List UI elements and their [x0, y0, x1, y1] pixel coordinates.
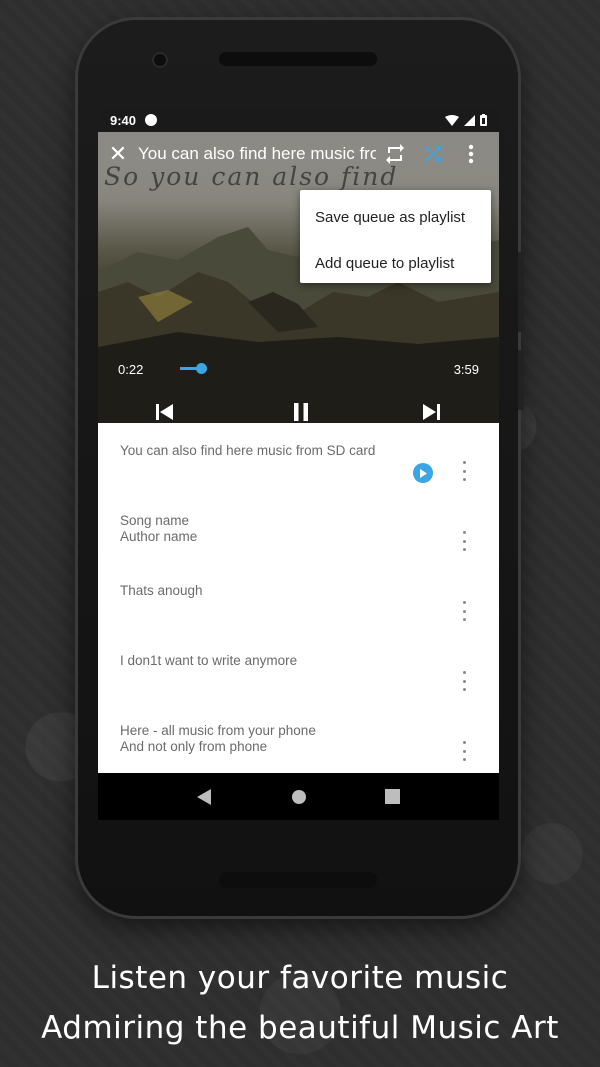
total-time: 3:59: [453, 362, 479, 377]
power-button: [518, 252, 524, 332]
screen: 9:40 So you can also find ✕ You can also…: [98, 108, 499, 820]
list-item[interactable]: Song name Author name: [98, 493, 499, 563]
list-item-title: Song name: [120, 513, 190, 528]
phone-frame: 9:40 So you can also find ✕ You can also…: [78, 20, 524, 916]
player-toolbar: ✕ You can also find here music from SD c…: [98, 132, 499, 176]
close-icon[interactable]: ✕: [98, 141, 138, 167]
earpiece-speaker: [219, 52, 377, 66]
menu-item-save-queue[interactable]: Save queue as playlist: [300, 194, 491, 240]
recents-icon[interactable]: [385, 789, 400, 804]
list-item[interactable]: Thats anough: [98, 563, 499, 633]
list-item[interactable]: I don1t want to write anymore: [98, 633, 499, 703]
list-item-title: I don1t want to write anymore: [120, 653, 298, 668]
list-item-subtitle: And not only from phone: [120, 739, 268, 754]
list-item-title: You can also find here music from SD car…: [120, 443, 376, 458]
status-bar: 9:40: [98, 108, 499, 132]
track-title: You can also find here music from SD car…: [138, 144, 376, 163]
notification-dot-icon: [145, 114, 158, 126]
status-time: 9:40: [110, 112, 137, 128]
item-more-icon[interactable]: [459, 461, 469, 481]
list-item-title: Here - all music from your phone: [120, 723, 316, 738]
item-more-icon[interactable]: [459, 741, 469, 761]
list-item[interactable]: You can also find here music from SD car…: [98, 423, 499, 493]
repeat-icon[interactable]: [376, 142, 414, 166]
item-more-icon[interactable]: [459, 671, 469, 691]
volume-button: [518, 350, 524, 410]
wifi-icon: [445, 114, 459, 126]
shuffle-icon[interactable]: [414, 142, 452, 166]
front-camera: [152, 52, 168, 68]
item-more-icon[interactable]: [459, 531, 469, 551]
menu-item-add-queue[interactable]: Add queue to playlist: [300, 240, 491, 286]
list-item[interactable]: Here - all music from your phone And not…: [98, 703, 499, 773]
back-icon[interactable]: [197, 788, 213, 805]
overflow-menu: Save queue as playlist Add queue to play…: [300, 190, 491, 283]
navigation-bar: [98, 773, 499, 820]
caption-line-2: Admiring the beautiful Music Art: [41, 1010, 559, 1046]
queue-list: You can also find here music from SD car…: [98, 423, 499, 773]
home-icon[interactable]: [291, 789, 307, 805]
item-more-icon[interactable]: [459, 601, 469, 621]
seek-thumb[interactable]: [196, 363, 207, 374]
signal-icon: [464, 114, 475, 126]
current-time: 0:22: [118, 362, 144, 377]
list-item-subtitle: Author name: [120, 529, 198, 544]
list-item-title: Thats anough: [120, 583, 203, 598]
now-playing-icon: [413, 463, 433, 483]
battery-icon: [480, 114, 487, 126]
caption-line-1: Listen your favorite music: [91, 960, 509, 996]
more-vert-icon[interactable]: [452, 144, 490, 164]
bottom-speaker: [219, 872, 377, 888]
